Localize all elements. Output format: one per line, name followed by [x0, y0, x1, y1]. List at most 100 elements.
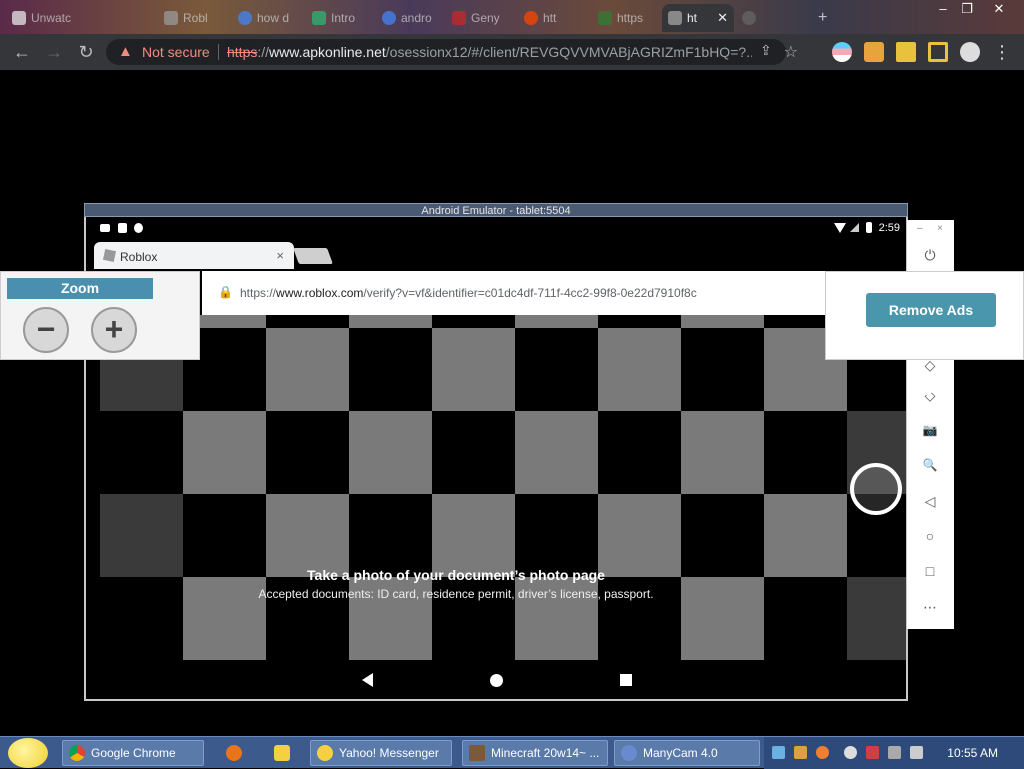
zoom-title: Zoom: [7, 278, 153, 299]
restore-button[interactable]: ❐: [950, 0, 984, 20]
browser-tab-7[interactable]: htt: [518, 4, 590, 32]
site-icon: [668, 11, 682, 25]
home-icon[interactable]: [490, 674, 503, 687]
signal-icon: [850, 223, 859, 232]
globe-icon: [742, 11, 756, 25]
taskbar-clock: 10:55 AM: [947, 746, 998, 760]
battery-icon: [866, 222, 872, 233]
zoom-icon[interactable]: 🔍: [919, 454, 941, 476]
genymotion-icon: [452, 11, 466, 25]
camera-icon[interactable]: 📷: [919, 419, 941, 441]
record-icon: [134, 223, 143, 233]
security-tray-icon[interactable]: [866, 746, 879, 759]
back-button[interactable]: ←: [10, 40, 34, 64]
task-label: Minecraft 20w14~ ...: [491, 746, 600, 760]
close-window-button[interactable]: ✕: [982, 0, 1016, 20]
emulator-screen[interactable]: 2:59 Roblox × 🔒 https://www.roblox.com/v…: [84, 217, 908, 701]
viewfinder-square: [349, 411, 432, 494]
display-tray-icon[interactable]: [888, 746, 901, 759]
extensions-icon[interactable]: [864, 42, 884, 62]
home-icon[interactable]: ○: [919, 525, 941, 547]
browser-tab-1[interactable]: Unwatc: [6, 4, 84, 32]
back-icon[interactable]: [362, 673, 373, 687]
url-text[interactable]: https://www.apkonline.net/osessionx12/#/…: [227, 44, 752, 60]
minimize-icon[interactable]: –: [917, 223, 923, 234]
minecraft-icon: [469, 745, 485, 761]
volume-icon[interactable]: [910, 746, 923, 759]
shutter-button[interactable]: [850, 463, 902, 515]
browser-tab-2[interactable]: Robl: [158, 4, 230, 32]
taskbar-task-chrome[interactable]: Google Chrome: [62, 740, 204, 766]
more-icon[interactable]: ⋯: [919, 596, 941, 618]
tab-title: https: [617, 11, 644, 25]
power-icon[interactable]: ⏻: [919, 244, 941, 266]
side-panel-icon[interactable]: [928, 42, 948, 62]
extension-flag-icon[interactable]: [832, 42, 852, 62]
ads-panel: Remove Ads: [825, 271, 1024, 360]
accepted-documents-text: Accepted documents: ID card, residence p…: [258, 587, 654, 601]
folder-icon[interactable]: [274, 745, 290, 761]
system-tray: 10:55 AM: [764, 737, 1024, 769]
tab-close-icon[interactable]: ×: [276, 248, 284, 263]
url-host: www.apkonline.net: [269, 44, 386, 60]
zoom-in-button[interactable]: +: [91, 307, 137, 353]
browser-tab-active[interactable]: ht ✕: [662, 4, 734, 32]
back-icon[interactable]: ◁: [919, 490, 941, 512]
zoom-out-button[interactable]: −: [23, 307, 69, 353]
recents-icon[interactable]: [620, 674, 632, 686]
taskbar-task-manycam[interactable]: ManyCam 4.0: [614, 740, 760, 766]
browser-tab-3[interactable]: how d: [232, 4, 304, 32]
messenger-tray-icon[interactable]: [844, 746, 857, 759]
address-bar[interactable]: ▲ Not secure https://www.apkonline.net/o…: [106, 39, 798, 65]
remove-ads-button[interactable]: Remove Ads: [866, 293, 996, 327]
start-button[interactable]: [8, 738, 48, 768]
taskbar-task-minecraft[interactable]: Minecraft 20w14~ ...: [462, 740, 608, 766]
taskbar: Google Chrome Yahoo! Messenger Minecraft…: [0, 736, 1024, 769]
tab-title: andro: [401, 11, 432, 25]
viewfinder-square: [266, 328, 349, 411]
google-icon: [238, 11, 252, 25]
menu-icon[interactable]: ⋮: [990, 40, 1014, 64]
playlist-icon[interactable]: [896, 42, 916, 62]
url-host: www.roblox.com: [276, 286, 364, 300]
android-chrome-tab[interactable]: Roblox ×: [94, 242, 294, 269]
browser-tab-10[interactable]: [736, 4, 808, 32]
viewfinder-square: [598, 494, 681, 577]
browser-tab-6[interactable]: Geny: [446, 4, 516, 32]
android-new-tab-button[interactable]: [293, 248, 333, 264]
sd-card-icon: [118, 223, 127, 233]
share-icon[interactable]: ⇪: [760, 42, 772, 59]
overview-icon[interactable]: □: [919, 560, 941, 582]
viewfinder-square: [100, 494, 183, 577]
close-icon[interactable]: ×: [937, 223, 943, 234]
roblox-icon: [102, 248, 117, 263]
network-icon[interactable]: [772, 746, 785, 759]
firefox-icon[interactable]: [226, 745, 242, 761]
browser-tab-5[interactable]: andro: [376, 4, 444, 32]
browser-tab-8[interactable]: https: [592, 4, 660, 32]
lock-icon: 🔒: [218, 285, 233, 299]
viewfinder-square: [432, 328, 515, 411]
viewfinder-square: [515, 411, 598, 494]
viewfinder-square: [183, 411, 266, 494]
tab-title: Unwatc: [31, 11, 72, 25]
android-nav-bar: [86, 662, 906, 699]
reload-button[interactable]: ↻: [74, 40, 98, 64]
profile-icon[interactable]: [960, 42, 980, 62]
taskbar-task-yahoo[interactable]: Yahoo! Messenger: [310, 740, 452, 766]
site-icon: [598, 11, 612, 25]
forward-button[interactable]: →: [42, 40, 66, 64]
bookmark-star-icon[interactable]: ☆: [784, 42, 798, 62]
viewfinder-square: [515, 315, 598, 328]
android-url-field[interactable]: 🔒 https://www.roblox.com/verify?v=vf&ide…: [210, 279, 902, 307]
tab-title: Robl: [183, 11, 208, 25]
tab-close-icon[interactable]: ✕: [717, 10, 728, 26]
browser-tab-4[interactable]: Intro: [306, 4, 374, 32]
new-tab-button[interactable]: +: [812, 4, 836, 32]
android-url-text: https://www.roblox.com/verify?v=vf&ident…: [240, 286, 697, 300]
viewfinder-square: [598, 328, 681, 411]
app-tray-icon[interactable]: [794, 746, 807, 759]
yahoo-smiley-icon: [317, 745, 333, 761]
search-tray-icon[interactable]: [816, 746, 829, 759]
tab-strip: Unwatc Robl how d Intro andro Geny htt h…: [0, 0, 1024, 34]
